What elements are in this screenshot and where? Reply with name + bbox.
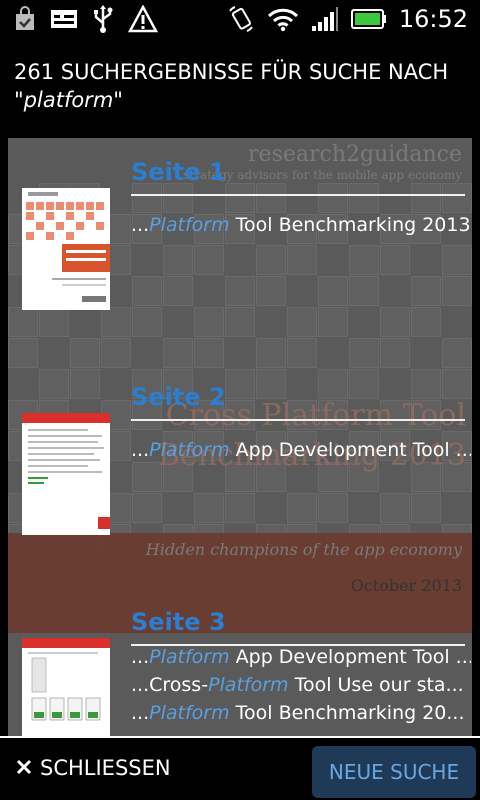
search-results-header: 261 SUCHERGEBNISSE FÜR SUCHE NACH "platf…	[0, 38, 480, 128]
bottom-action-bar: SCHLIESSEN NEUE SUCHE	[0, 736, 480, 800]
result-snippet[interactable]: ...Platform App Development Tool ...	[131, 439, 471, 467]
snippet-suffix: App Development Tool ...	[229, 439, 471, 461]
usb-icon	[92, 5, 114, 33]
warning-icon	[128, 5, 158, 33]
new-search-button[interactable]: NEUE SUCHE	[312, 746, 476, 798]
snippet-prefix: ...	[131, 702, 150, 724]
battery-icon	[350, 8, 387, 30]
result-page-heading[interactable]: Seite 1	[131, 158, 465, 196]
bag-check-icon	[14, 6, 36, 32]
clock: 16:52	[398, 5, 468, 33]
snippet-prefix: ...Cross-	[131, 674, 209, 696]
snippet-prefix: ...	[131, 646, 150, 668]
wifi-icon	[267, 6, 299, 32]
snippet-prefix: ...	[131, 439, 150, 461]
search-query: platform	[23, 88, 114, 112]
results-count-text: 261 SUCHERGEBNISSE FÜR SUCHE NACH	[14, 60, 449, 84]
snippet-suffix: Tool Benchmarking 2013	[229, 214, 471, 236]
close-icon	[16, 756, 32, 780]
snippet-highlight: Platform	[149, 646, 230, 668]
snippet-highlight: Platform	[208, 674, 289, 696]
mail-icon	[50, 9, 78, 29]
snippet-highlight: Platform	[149, 702, 230, 724]
snippet-prefix: ...	[131, 214, 150, 236]
result-snippet[interactable]: ...Platform Tool Benchmarking 2013	[131, 214, 471, 242]
snippet-highlight: Platform	[149, 214, 230, 236]
snippet-suffix: Tool Use our sta...	[288, 674, 464, 696]
result-page-heading[interactable]: Seite 3	[131, 608, 465, 646]
page-thumbnail[interactable]	[22, 638, 110, 736]
status-bar: 16:52	[0, 0, 480, 38]
page-thumbnail[interactable]	[22, 188, 110, 310]
result-snippet[interactable]: ...Platform App Development Tool ...	[131, 646, 471, 674]
query-quote-open: "	[14, 88, 24, 112]
snippet-highlight: Platform	[149, 439, 230, 461]
page-thumbnail[interactable]	[22, 413, 110, 535]
snippet-suffix: App Development Tool ...	[229, 646, 471, 668]
result-page-heading[interactable]: Seite 2	[131, 383, 465, 421]
rotate-icon	[227, 5, 255, 33]
signal-icon	[311, 6, 339, 32]
snippet-suffix: Tool Benchmarking 20...	[229, 702, 465, 724]
query-quote-close: "	[113, 88, 123, 112]
result-snippet[interactable]: ...Cross-Platform Tool Use our sta...	[131, 674, 471, 702]
results-list[interactable]: Seite 1 ...Platform Tool Benchmarking 20…	[0, 138, 480, 736]
close-button[interactable]: SCHLIESSEN	[16, 756, 171, 780]
close-button-label: SCHLIESSEN	[40, 756, 171, 780]
result-snippet[interactable]: ...Platform Tool Benchmarking 20...	[131, 702, 471, 730]
